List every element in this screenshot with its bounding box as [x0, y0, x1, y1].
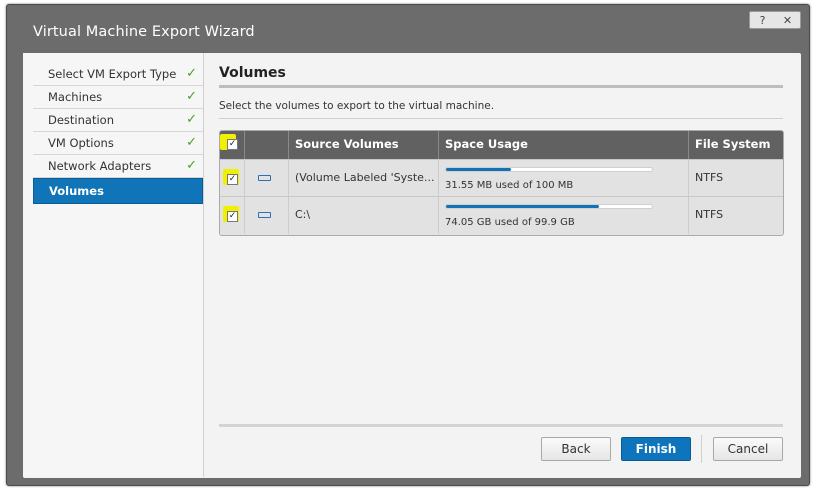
step-label: Volumes — [49, 184, 104, 198]
volume-icon — [258, 175, 271, 181]
page-title: Volumes — [219, 65, 286, 81]
help-button[interactable]: ? — [753, 14, 773, 27]
check-icon: ✓ — [186, 66, 197, 81]
main-content: Volumes Select the volumes to export to … — [219, 53, 793, 477]
row-fs-cell: NTFS — [689, 197, 783, 234]
usage-bar-fill — [446, 205, 599, 208]
footer-divider — [219, 424, 783, 427]
row-fs-cell: NTFS — [689, 160, 783, 197]
header-file-system[interactable]: File System — [689, 131, 783, 159]
step-destination[interactable]: Destination ✓ — [33, 109, 203, 132]
steps-list: Select VM Export Type ✓ Machines ✓ Desti… — [33, 63, 203, 204]
check-icon: ✓ — [186, 158, 197, 173]
usage-bar-fill — [446, 168, 511, 171]
row-select-cell: ✓ — [220, 160, 245, 197]
check-icon: ✓ — [186, 89, 197, 104]
file-system-value: NTFS — [695, 208, 724, 221]
row-source-cell: (Volume Labeled 'Syste... — [289, 160, 439, 197]
usage-text: 74.05 GB used of 99.9 GB — [445, 217, 575, 228]
instruction-text: Select the volumes to export to the virt… — [219, 100, 495, 112]
header-space-usage[interactable]: Space Usage — [439, 131, 689, 159]
header-icon-cell — [245, 131, 289, 159]
volume-icon — [258, 212, 271, 218]
row-icon-cell — [245, 160, 289, 197]
check-icon: ✓ — [186, 112, 197, 127]
table-header: ✓ Source Volumes Space Usage File System — [220, 131, 783, 159]
wizard-window: Virtual Machine Export Wizard ? ✕ Select… — [6, 4, 810, 486]
source-volume-name: C:\ — [295, 208, 311, 221]
close-button[interactable]: ✕ — [778, 14, 798, 27]
step-network-adapters[interactable]: Network Adapters ✓ — [33, 155, 203, 178]
heading-divider — [219, 85, 783, 88]
step-label: Destination — [48, 113, 114, 127]
button-separator — [701, 435, 702, 463]
step-vm-options[interactable]: VM Options ✓ — [33, 132, 203, 155]
row-icon-cell — [245, 197, 289, 234]
title-bar-buttons: ? ✕ — [749, 11, 801, 29]
step-label: VM Options — [48, 136, 114, 150]
back-button[interactable]: Back — [541, 437, 611, 461]
step-volumes[interactable]: Volumes — [33, 178, 203, 204]
step-select-vm-export-type[interactable]: Select VM Export Type ✓ — [33, 63, 203, 86]
step-label: Machines — [48, 90, 103, 104]
volumes-table: ✓ Source Volumes Space Usage File System… — [219, 130, 784, 236]
row-checkbox[interactable]: ✓ — [227, 211, 238, 222]
row-select-cell: ✓ — [220, 197, 245, 234]
cancel-button[interactable]: Cancel — [713, 437, 783, 461]
row-source-cell: C:\ — [289, 197, 439, 234]
step-label: Select VM Export Type — [48, 67, 177, 81]
instruction-divider — [219, 118, 783, 119]
row-checkbox[interactable]: ✓ — [227, 174, 238, 185]
step-machines[interactable]: Machines ✓ — [33, 86, 203, 109]
step-label: Network Adapters — [48, 159, 152, 173]
usage-text: 31.55 MB used of 100 MB — [445, 180, 574, 191]
window-title: Virtual Machine Export Wizard — [33, 24, 255, 40]
header-select-cell: ✓ — [220, 131, 245, 159]
wizard-body: Select VM Export Type ✓ Machines ✓ Desti… — [23, 53, 801, 478]
header-source-volumes[interactable]: Source Volumes — [289, 131, 439, 159]
table-row[interactable]: ✓ C:\ 74.05 GB used of 99.9 GB NTFS — [220, 196, 783, 234]
steps-sidebar: Select VM Export Type ✓ Machines ✓ Desti… — [23, 53, 204, 477]
row-usage-cell: 74.05 GB used of 99.9 GB — [439, 197, 689, 234]
table-row[interactable]: ✓ (Volume Labeled 'Syste... 31.55 MB use… — [220, 159, 783, 197]
source-volume-name: (Volume Labeled 'Syste... — [295, 171, 435, 184]
file-system-value: NTFS — [695, 171, 724, 184]
usage-bar — [445, 167, 653, 172]
row-usage-cell: 31.55 MB used of 100 MB — [439, 160, 689, 197]
usage-bar — [445, 204, 653, 209]
check-icon: ✓ — [186, 135, 197, 150]
select-all-checkbox[interactable]: ✓ — [227, 139, 238, 150]
finish-button[interactable]: Finish — [621, 437, 691, 461]
